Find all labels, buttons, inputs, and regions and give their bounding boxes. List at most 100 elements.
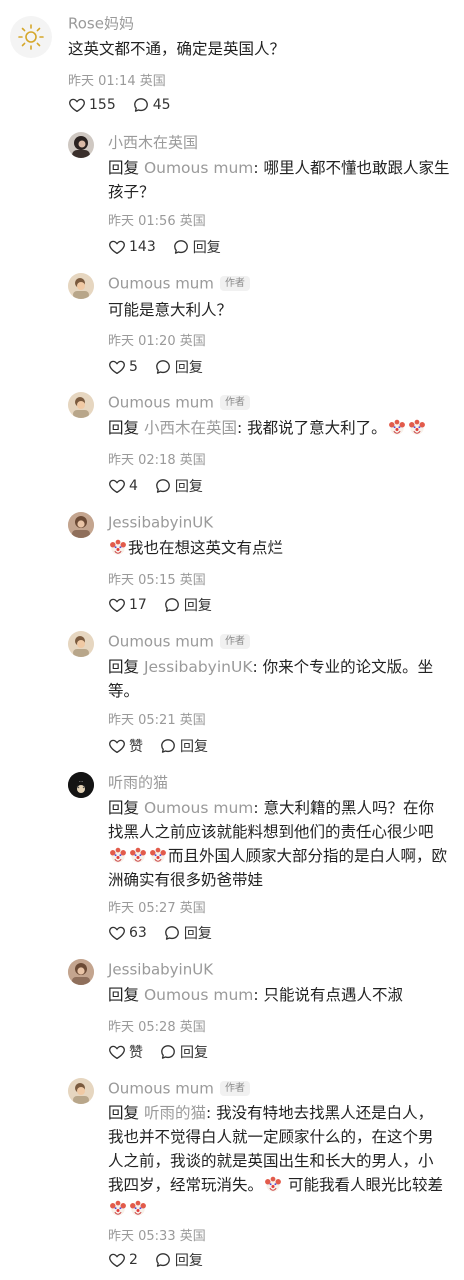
reply-target[interactable]: Oumous mum <box>144 159 253 177</box>
clown-emoji <box>109 846 127 864</box>
comment-meta: 昨天 01:14 英国 <box>68 74 166 89</box>
reply-button[interactable]: 回复 <box>163 923 212 943</box>
comment-actions: 赞 回复 <box>108 1042 208 1062</box>
comment-meta: 昨天 02:18 英国 <box>108 453 206 468</box>
comment-bubble-icon <box>172 238 190 256</box>
reply-target[interactable]: Oumous mum <box>144 799 253 817</box>
comment-bubble-icon <box>159 737 177 755</box>
comment-actions: 2 回复 <box>108 1250 203 1270</box>
username[interactable]: Rose妈妈 <box>68 13 134 34</box>
comment-actions: 赞 回复 <box>108 736 208 756</box>
comment-bubble-icon <box>159 1043 177 1061</box>
like-button[interactable]: 赞 <box>108 1042 143 1062</box>
username[interactable]: 小西木在英国 <box>108 132 198 153</box>
clown-emoji <box>109 1199 127 1217</box>
username[interactable]: Oumous mum 作者 <box>108 1078 250 1099</box>
like-button[interactable]: 赞 <box>108 736 143 756</box>
comment-text: 回复 Oumous mum: 哪里人都不懂也敢跟人家生孩子？ <box>108 159 450 201</box>
comment-text: 回复 听雨的猫: 我没有特地去找黑人还是白人，我也并不觉得白人就一定顾家什么的，… <box>108 1101 448 1221</box>
reply-button[interactable]: 回复 <box>154 357 203 377</box>
avatar[interactable] <box>68 273 94 299</box>
reply-button[interactable]: 回复 <box>159 1042 208 1062</box>
sun-icon <box>18 24 44 50</box>
avatar[interactable] <box>68 392 94 418</box>
avatar[interactable] <box>68 631 94 657</box>
reply-target[interactable]: JessibabyinUK <box>144 658 253 676</box>
avatar[interactable] <box>68 959 94 985</box>
comment-actions: 143 回复 <box>108 237 221 257</box>
reply-button[interactable]: 回复 <box>159 736 208 756</box>
comment-bubble-icon <box>132 96 150 114</box>
comment-bubble-icon <box>154 477 172 495</box>
like-button[interactable]: 155 <box>68 96 116 114</box>
comment-bubble-icon <box>163 596 181 614</box>
reply-target[interactable]: Oumous mum <box>144 986 253 1004</box>
comment-text: 我也在想这英文有点烂 <box>108 536 453 560</box>
comment-bubble-icon <box>154 358 172 376</box>
comment-meta: 昨天 05:27 英国 <box>108 901 206 916</box>
comment-text: 这英文都不通，确定是英国人？ <box>68 40 286 58</box>
username[interactable]: 听雨的猫 <box>108 772 168 793</box>
reply-button[interactable]: 回复 <box>163 595 212 615</box>
heart-icon <box>108 477 126 495</box>
clown-emoji <box>408 418 426 436</box>
like-button[interactable]: 5 <box>108 358 138 376</box>
comment-text: 可能是意大利人？ <box>108 301 233 319</box>
comment-text: 回复 JessibabyinUK: 你来个专业的论文版。坐等。 <box>108 658 434 700</box>
like-button[interactable]: 2 <box>108 1251 138 1269</box>
like-button[interactable]: 17 <box>108 596 147 614</box>
reply-target[interactable]: 小西木在英国 <box>144 419 237 437</box>
comment-bubble-icon <box>163 924 181 942</box>
clown-emoji <box>149 846 167 864</box>
heart-icon <box>108 737 126 755</box>
comment-actions: 155 45 <box>68 96 171 114</box>
author-badge: 作者 <box>219 1081 250 1096</box>
heart-icon <box>108 924 126 942</box>
reply-count-button[interactable]: 45 <box>132 96 171 114</box>
avatar[interactable] <box>68 1078 94 1104</box>
comment-meta: 昨天 05:33 英国 <box>108 1229 206 1244</box>
avatar[interactable]: ··· <box>68 772 94 798</box>
comment-actions: 63 回复 <box>108 923 212 943</box>
heart-icon <box>108 1251 126 1269</box>
heart-icon <box>108 358 126 376</box>
author-badge: 作者 <box>219 276 250 291</box>
comment-text: 回复 Oumous mum: 意大利籍的黑人吗？在你找黑人之前应该就能料想到他们… <box>108 799 448 889</box>
svg-text:···: ··· <box>79 779 84 785</box>
heart-icon <box>108 1043 126 1061</box>
reply-button[interactable]: 回复 <box>172 237 221 257</box>
like-button[interactable]: 4 <box>108 477 138 495</box>
like-button[interactable]: 63 <box>108 924 147 942</box>
username[interactable]: JessibabyinUK <box>108 512 213 533</box>
username[interactable]: Oumous mum 作者 <box>108 631 250 652</box>
avatar[interactable] <box>68 132 94 158</box>
comment-text: 回复 小西木在英国: 我都说了意大利了。 <box>108 416 453 440</box>
comment-meta: 昨天 01:56 英国 <box>108 214 206 229</box>
avatar[interactable] <box>68 512 94 538</box>
clown-emoji <box>129 1199 147 1217</box>
heart-icon <box>108 596 126 614</box>
like-button[interactable]: 143 <box>108 238 156 256</box>
comment-text: 回复 Oumous mum: 只能说有点遇人不淑 <box>108 986 404 1004</box>
comment-meta: 昨天 01:20 英国 <box>108 334 206 349</box>
avatar[interactable] <box>10 16 52 58</box>
comment-meta: 昨天 05:15 英国 <box>108 573 206 588</box>
clown-emoji <box>388 418 406 436</box>
reply-target[interactable]: 听雨的猫 <box>144 1104 206 1122</box>
username[interactable]: Oumous mum 作者 <box>108 273 250 294</box>
username[interactable]: JessibabyinUK <box>108 959 213 980</box>
author-badge: 作者 <box>219 634 250 649</box>
reply-button[interactable]: 回复 <box>154 476 203 496</box>
heart-icon <box>108 238 126 256</box>
comment-actions: 5 回复 <box>108 357 203 377</box>
comment-bubble-icon <box>154 1251 172 1269</box>
clown-emoji <box>264 1175 282 1193</box>
reply-button[interactable]: 回复 <box>154 1250 203 1270</box>
comment-meta: 昨天 05:21 英国 <box>108 713 206 728</box>
username[interactable]: Oumous mum 作者 <box>108 392 250 413</box>
comment-actions: 4 回复 <box>108 476 203 496</box>
clown-emoji <box>129 846 147 864</box>
comment-meta: 昨天 05:28 英国 <box>108 1020 206 1035</box>
author-badge: 作者 <box>219 395 250 410</box>
comment-actions: 17 回复 <box>108 595 212 615</box>
